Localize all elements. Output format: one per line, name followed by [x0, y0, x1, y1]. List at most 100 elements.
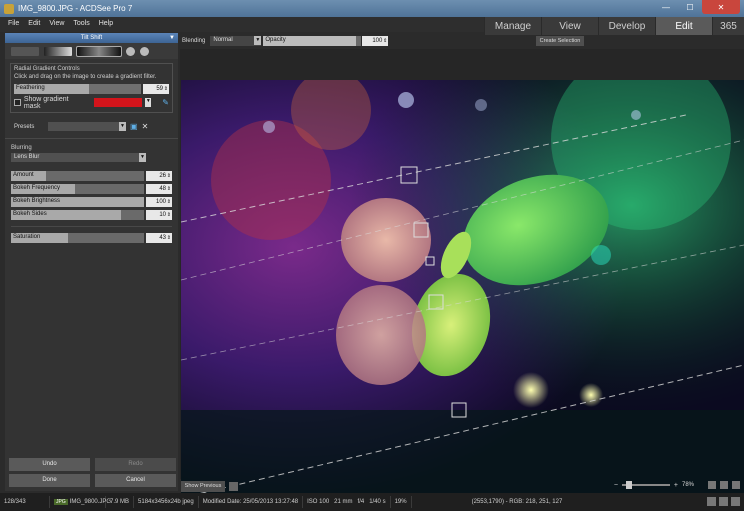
window-title: IMG_9800.JPG - ACDSee Pro 7 — [18, 4, 133, 13]
redo-button[interactable]: Redo — [95, 458, 176, 471]
exif-info: ISO 100 21 mm f/4 1/40 s — [303, 496, 391, 508]
linear-gradient-tool-icon[interactable] — [11, 46, 39, 56]
options-bar: Blending Normal ▼ Opacity 100 Create Sel… — [180, 33, 744, 49]
status-bar: 128/343 JPG IMG_9800.JPG 7.9 MB 5184x3456… — [0, 493, 744, 511]
presets-label: Presets — [14, 123, 35, 130]
file-info: JPG IMG_9800.JPG — [50, 496, 111, 508]
fullscreen-icon[interactable] — [731, 497, 740, 506]
slider-label: Feathering — [16, 85, 45, 91]
close-button[interactable]: ✕ — [702, 0, 740, 14]
slider-label: Bokeh Sides — [13, 211, 47, 217]
chevron-down-icon: ▼ — [139, 153, 146, 162]
divider — [11, 226, 172, 227]
feathering-value[interactable]: 59 — [143, 84, 169, 94]
saturation-value[interactable]: 43 — [146, 233, 172, 243]
linear-gradient-mode-icon[interactable] — [44, 46, 72, 56]
minimize-button[interactable]: — — [654, 0, 678, 14]
save-preset-icon[interactable]: ▣ — [130, 122, 138, 131]
amount-slider[interactable]: Amount 26 — [11, 171, 172, 181]
eyedropper-icon[interactable]: ✎ — [162, 98, 169, 107]
saturation-slider[interactable]: Saturation 43 — [11, 233, 172, 243]
actual-size-icon[interactable] — [708, 481, 716, 489]
zoom-out-icon[interactable]: − — [614, 482, 618, 489]
image-index: 128/343 — [0, 496, 50, 508]
collapse-icon[interactable]: ▼ — [169, 33, 175, 43]
menu-file[interactable]: File — [8, 20, 19, 27]
show-previous-button[interactable]: Show Previous — [181, 481, 225, 492]
view-zoom: 19% — [391, 496, 412, 508]
panel-title: Tilt Shift — [80, 35, 103, 41]
chevron-down-icon: ▼ — [254, 36, 262, 45]
pixel-readout: (2553,1790) - RGB: 218, 251, 127 — [471, 499, 563, 505]
chevron-down-icon[interactable]: ▼ — [145, 98, 152, 107]
shutter-speed: 1/40 s — [369, 499, 386, 505]
create-selection-button[interactable]: Create Selection — [536, 36, 584, 46]
done-button[interactable]: Done — [9, 474, 90, 487]
menu-tools[interactable]: Tools — [73, 20, 89, 27]
bokeh-frequency-value[interactable]: 48 — [146, 184, 172, 194]
aperture: f/4 — [357, 499, 365, 505]
feathering-slider[interactable]: Feathering 59 — [14, 84, 169, 94]
group-title: Radial Gradient Controls — [14, 66, 80, 72]
opacity-value[interactable]: 100 — [362, 36, 389, 46]
divider — [5, 138, 178, 139]
bokeh-frequency-slider[interactable]: Bokeh Frequency 48 — [11, 184, 172, 194]
grid-icon[interactable] — [719, 497, 728, 506]
radial-gradient-group: Radial Gradient Controls Click and drag … — [10, 63, 173, 113]
blur-mode-value: Lens Blur — [14, 154, 40, 160]
file-size: 7.9 MB — [106, 496, 135, 508]
slider-label: Bokeh Brightness — [13, 198, 61, 204]
bokeh-brightness-value[interactable]: 100 — [146, 197, 172, 207]
radial-gradient-mode-icon[interactable] — [76, 45, 122, 57]
app-logo-icon — [4, 3, 14, 14]
delete-preset-icon[interactable]: ✕ — [142, 122, 149, 131]
menu-edit[interactable]: Edit — [28, 20, 40, 27]
reset-icon[interactable] — [126, 46, 135, 56]
layout-icon[interactable] — [707, 497, 716, 506]
help-icon[interactable] — [140, 46, 149, 56]
menu-view[interactable]: View — [49, 20, 64, 27]
bokeh-brightness-slider[interactable]: Bokeh Brightness 100 — [11, 197, 172, 207]
show-mask-label: Show gradient mask — [23, 95, 69, 110]
zoom-in-icon[interactable]: + — [674, 482, 678, 489]
maximize-button[interactable]: ☐ — [678, 0, 702, 14]
modified-date: Modified Date: 25/05/2013 13:27:48 — [199, 496, 304, 508]
image-viewport — [180, 49, 744, 498]
blending-label: Blending — [182, 38, 206, 44]
fit-to-window-icon[interactable] — [720, 481, 728, 489]
image-dimensions: 5184x3456x24b jpeg — [134, 496, 199, 508]
gradient-tool-row — [5, 43, 178, 59]
show-mask-checkbox[interactable] — [14, 99, 21, 106]
focal-length: 21 mm — [334, 499, 353, 505]
presets-dropdown[interactable]: ▼ — [48, 122, 126, 131]
hint-text: Click and drag on the image to create a … — [14, 74, 157, 80]
opacity-label: Opacity — [265, 37, 286, 43]
zoom-slider[interactable] — [621, 481, 670, 489]
blur-mode-dropdown[interactable]: Lens Blur ▼ — [11, 153, 146, 162]
slider-label: Bokeh Frequency — [13, 185, 61, 191]
title-bar: IMG_9800.JPG - ACDSee Pro 7 — ☐ ✕ — [0, 0, 744, 17]
compare-icon[interactable] — [229, 482, 238, 491]
navigator-icon[interactable] — [732, 481, 740, 489]
panel-header[interactable]: Tilt Shift ▼ — [5, 33, 178, 43]
blend-mode-dropdown[interactable]: Normal ▼ — [210, 36, 262, 46]
bokeh-sides-value[interactable]: 10 — [146, 210, 172, 220]
blurring-title: Blurring — [11, 145, 32, 151]
zoom-thumb[interactable] — [625, 481, 632, 489]
amount-value[interactable]: 26 — [146, 171, 172, 181]
chevron-down-icon: ▼ — [119, 122, 126, 131]
mask-color-swatch[interactable] — [94, 98, 143, 107]
format-badge: JPG — [54, 499, 68, 505]
tilt-shift-panel: Tilt Shift ▼ Radial Gradient Controls Cl… — [5, 33, 178, 491]
cancel-button[interactable]: Cancel — [95, 474, 176, 487]
photo-canvas[interactable] — [181, 80, 744, 498]
bokeh-sides-slider[interactable]: Bokeh Sides 10 — [11, 210, 172, 220]
opacity-slider[interactable]: Opacity — [263, 36, 362, 46]
zoom-controls: − + 78% — [614, 481, 740, 489]
menu-help[interactable]: Help — [99, 20, 113, 27]
iso: ISO 100 — [307, 499, 330, 505]
filename: IMG_9800.JPG — [69, 499, 112, 505]
zoom-value: 78% — [682, 482, 695, 488]
undo-button[interactable]: Undo — [9, 458, 90, 471]
slider-label: Saturation — [13, 234, 41, 240]
